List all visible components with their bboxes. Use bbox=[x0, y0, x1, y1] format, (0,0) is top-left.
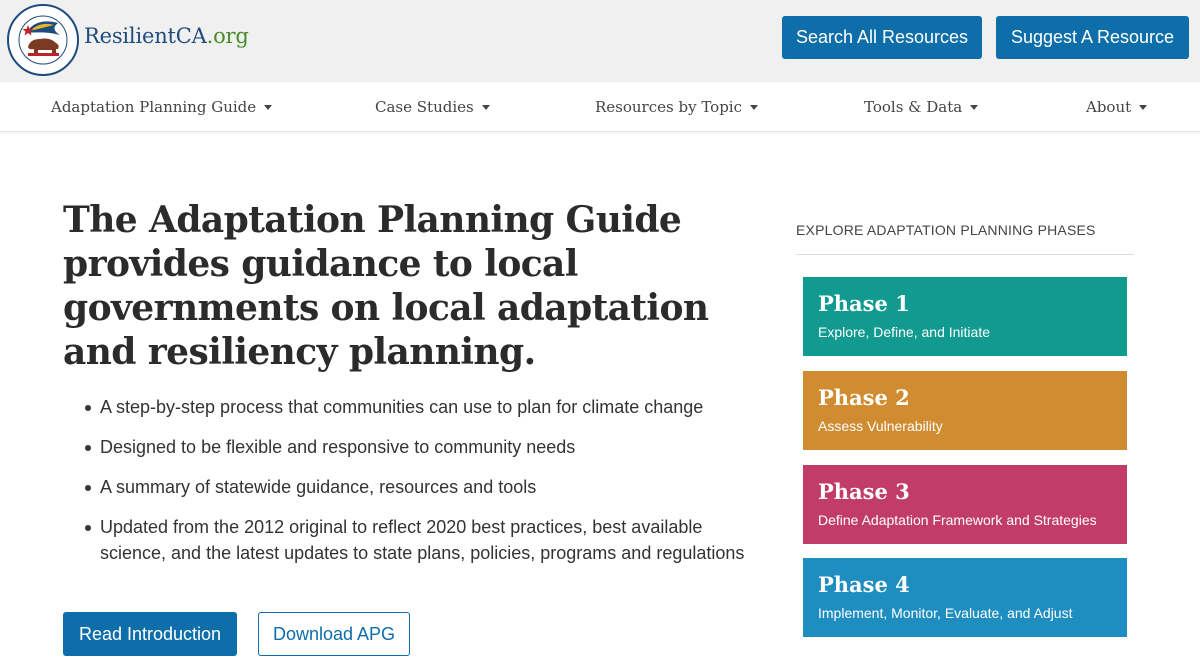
nav-tools-data[interactable]: Tools & Data bbox=[864, 98, 979, 116]
phase-3-card[interactable]: Phase 3 Define Adaptation Framework and … bbox=[803, 465, 1127, 544]
search-all-resources-button[interactable]: Search All Resources bbox=[782, 16, 982, 59]
list-item: A step-by-step process that communities … bbox=[84, 394, 764, 420]
phase-subtitle: Assess Vulnerability bbox=[818, 418, 943, 434]
phase-2-card[interactable]: Phase 2 Assess Vulnerability bbox=[803, 371, 1127, 450]
nav-label: Adaptation Planning Guide bbox=[51, 98, 257, 116]
nav-about[interactable]: About bbox=[1086, 98, 1148, 116]
nav-case-studies[interactable]: Case Studies bbox=[375, 98, 490, 116]
nav-label: Tools & Data bbox=[864, 98, 963, 116]
page-headline: The Adaptation Planning Guide provides g… bbox=[63, 199, 709, 373]
caret-down-icon bbox=[750, 104, 758, 110]
caret-down-icon bbox=[1139, 104, 1148, 110]
nav-label: Resources by Topic bbox=[595, 98, 742, 116]
list-item: Designed to be flexible and responsive t… bbox=[84, 434, 764, 460]
suggest-a-resource-button[interactable]: Suggest A Resource bbox=[996, 16, 1189, 59]
phase-subtitle: Explore, Define, and Initiate bbox=[818, 324, 990, 340]
nav-label: About bbox=[1086, 98, 1132, 116]
phase-title: Phase 3 bbox=[818, 479, 910, 504]
phase-title: Phase 4 bbox=[818, 572, 910, 597]
download-apg-button[interactable]: Download APG bbox=[258, 612, 410, 656]
site-name-tld: .org bbox=[206, 24, 249, 48]
nav-label: Case Studies bbox=[375, 98, 474, 116]
read-introduction-button[interactable]: Read Introduction bbox=[63, 612, 237, 656]
phase-4-card[interactable]: Phase 4 Implement, Monitor, Evaluate, an… bbox=[803, 558, 1127, 637]
phase-subtitle: Implement, Monitor, Evaluate, and Adjust bbox=[818, 605, 1073, 621]
list-item: A summary of statewide guidance, resourc… bbox=[84, 474, 764, 500]
phase-subtitle: Define Adaptation Framework and Strategi… bbox=[818, 512, 1097, 528]
phases-heading: EXPLORE ADAPTATION PLANNING PHASES bbox=[796, 222, 1096, 238]
nav-adaptation-planning-guide[interactable]: Adaptation Planning Guide bbox=[51, 98, 273, 116]
site-header: ResilientCA.org Search All Resources Sug… bbox=[0, 0, 1200, 82]
caret-down-icon bbox=[264, 104, 273, 110]
phase-title: Phase 2 bbox=[818, 385, 910, 410]
caret-down-icon bbox=[970, 104, 979, 110]
nav-resources-by-topic[interactable]: Resources by Topic bbox=[595, 98, 758, 116]
list-item: Updated from the 2012 original to reflec… bbox=[84, 514, 764, 566]
site-name[interactable]: ResilientCA.org bbox=[84, 24, 249, 48]
opr-seal-logo[interactable] bbox=[6, 3, 80, 77]
phase-title: Phase 1 bbox=[818, 291, 910, 316]
site-name-main: ResilientCA bbox=[84, 24, 207, 48]
divider bbox=[796, 254, 1134, 255]
feature-list: A step-by-step process that communities … bbox=[84, 394, 764, 580]
main-nav: Adaptation Planning Guide Case Studies R… bbox=[0, 82, 1200, 132]
caret-down-icon bbox=[481, 104, 490, 110]
phase-1-card[interactable]: Phase 1 Explore, Define, and Initiate bbox=[803, 277, 1127, 356]
